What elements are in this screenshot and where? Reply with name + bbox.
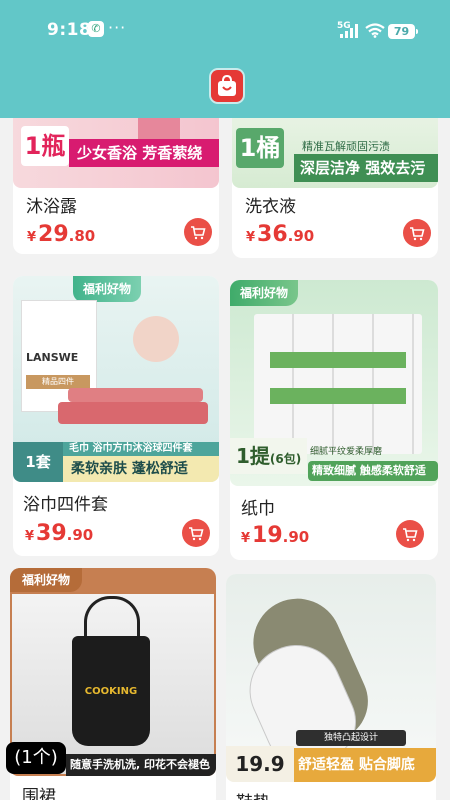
- status-bar: 9:18 ✆ ··· 5G 79: [0, 0, 450, 60]
- product-name: 纸巾: [241, 499, 275, 519]
- tissue-band: [270, 352, 406, 368]
- product-banner: 随意手洗机洗, 印花不会褪色: [66, 754, 216, 776]
- product-image: 福利好物 LANSWE 精品四件 1套 毛巾 浴巾方巾沐浴球四件套 柔软亲肤 蓬…: [13, 276, 219, 482]
- product-card-towel-set[interactable]: 福利好物 LANSWE 精品四件 1套 毛巾 浴巾方巾沐浴球四件套 柔软亲肤 蓬…: [13, 276, 219, 556]
- add-to-cart-button[interactable]: [403, 219, 431, 247]
- battery-indicator: 79: [388, 24, 418, 39]
- product-name: 鞋垫: [236, 788, 270, 800]
- promo-badge: 福利好物: [10, 568, 83, 592]
- product-price-tag: 19.9: [226, 746, 294, 782]
- cart-icon: [191, 225, 206, 239]
- product-strip: 毛巾 浴巾方巾沐浴球四件套: [63, 442, 219, 456]
- more-dots-icon: ···: [108, 18, 127, 37]
- selection-count-badge[interactable]: (1个): [6, 742, 66, 774]
- product-price: ¥29.80: [27, 222, 96, 247]
- product-image: 1瓶 少女香浴 芳香萦绕: [13, 118, 219, 188]
- qty-label: 1瓶: [21, 126, 69, 166]
- product-price: ¥39.90: [25, 521, 94, 546]
- product-tagline: 精准瓦解顽固污渍: [302, 140, 390, 153]
- product-grid: 1瓶 少女香浴 芳香萦绕 沐浴露 ¥29.80 精准瓦解顽固污渍 1桶 深层洁净…: [0, 118, 450, 800]
- apron-strap: [84, 596, 140, 639]
- cart-icon: [410, 226, 425, 240]
- product-strip: 细腻平纹爱柔厚磨: [310, 447, 383, 457]
- product-name: 沐浴露: [26, 197, 77, 217]
- product-price: ¥19.90: [241, 523, 310, 548]
- promo-badge: 福利好物: [230, 280, 299, 306]
- status-time: 9:18: [47, 20, 92, 40]
- product-name: 洗衣液: [245, 197, 296, 217]
- add-to-cart-button[interactable]: [184, 218, 212, 246]
- product-name: 围裙: [22, 787, 56, 800]
- cart-icon: [403, 527, 418, 541]
- product-banner: 舒适轻盈 贴合脚底: [294, 748, 436, 782]
- shop-bag-logo-icon[interactable]: [211, 70, 243, 102]
- product-image: 精准瓦解顽固污渍 1桶 深层洁净 强效去污: [232, 118, 438, 188]
- tissue-stack: [254, 314, 422, 454]
- qty-label: 1提(6包): [230, 438, 308, 474]
- product-card-body-wash[interactable]: 1瓶 少女香浴 芳香萦绕 沐浴露 ¥29.80: [13, 118, 219, 254]
- tissue-band: [270, 388, 406, 404]
- feature-tag: 独特凸起设计: [296, 730, 406, 746]
- promo-badge: 福利好物: [73, 276, 142, 302]
- product-card-tissue[interactable]: 福利好物 1提(6包) 细腻平纹爱柔厚磨 精致细腻 触感柔软舒适 纸巾 ¥19.…: [230, 280, 438, 560]
- wifi-icon: [365, 23, 385, 38]
- product-banner: 深层洁净 强效去污: [294, 154, 438, 182]
- qty-label: 1桶: [236, 128, 284, 168]
- bath-ball-decor: [133, 316, 179, 362]
- product-price: ¥36.90: [246, 222, 315, 247]
- qty-label: 1套: [13, 442, 63, 482]
- towel-decor: [58, 402, 208, 424]
- product-image: 福利好物 1提(6包) 细腻平纹爱柔厚磨 精致细腻 触感柔软舒适: [230, 280, 438, 486]
- cart-icon: [189, 526, 204, 540]
- product-name: 浴巾四件套: [23, 495, 108, 515]
- apron-shape: COOKING: [72, 636, 150, 746]
- add-to-cart-button[interactable]: [396, 520, 424, 548]
- product-banner: 柔软亲肤 蓬松舒适: [63, 456, 219, 482]
- signal-icon: [340, 24, 358, 38]
- towel-decor: [68, 388, 203, 402]
- wechat-icon: ✆: [88, 21, 104, 37]
- product-banner: 精致细腻 触感柔软舒适: [308, 461, 438, 481]
- top-header: 9:18 ✆ ··· 5G 79: [0, 0, 450, 118]
- product-banner: 少女香浴 芳香萦绕: [69, 139, 219, 167]
- product-card-laundry-detergent[interactable]: 精准瓦解顽固污渍 1桶 深层洁净 强效去污 洗衣液 ¥36.90: [232, 118, 438, 258]
- add-to-cart-button[interactable]: [182, 519, 210, 547]
- product-card-insole[interactable]: 独特凸起设计 19.9 舒适轻盈 贴合脚底 鞋垫: [226, 574, 436, 800]
- product-image: 独特凸起设计 19.9 舒适轻盈 贴合脚底: [226, 574, 436, 782]
